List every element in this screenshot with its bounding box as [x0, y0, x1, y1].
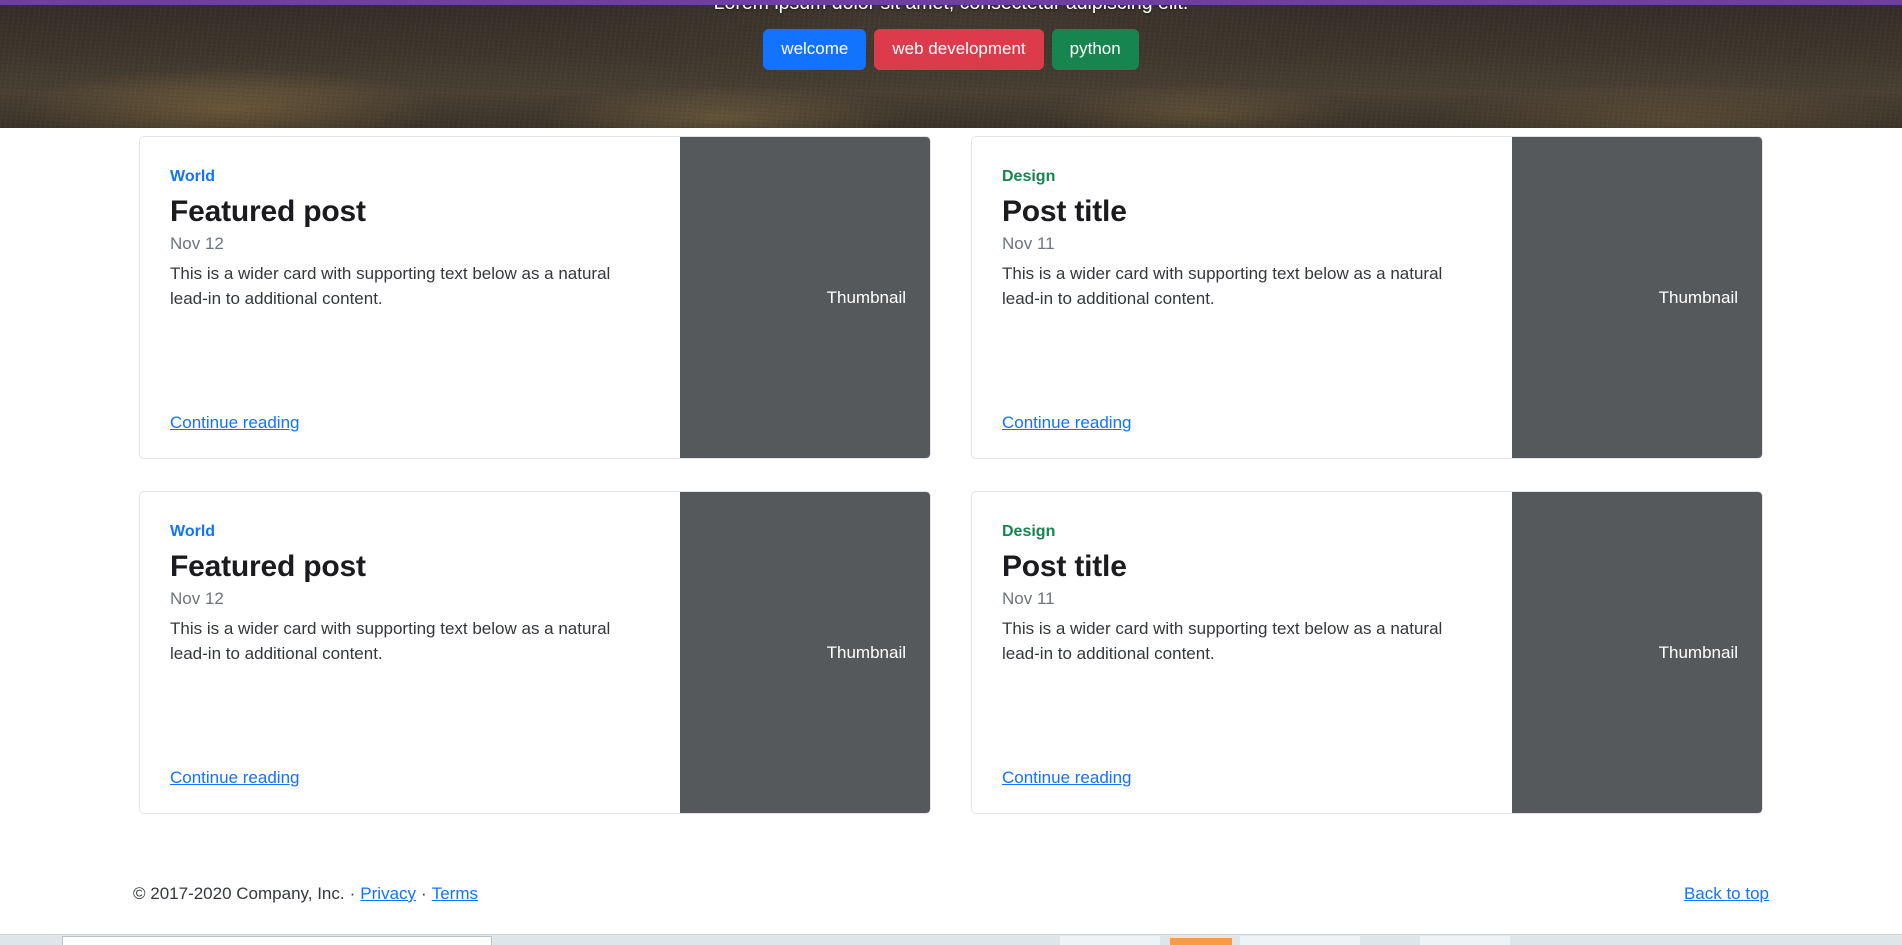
taskbar-tile-2[interactable] — [1240, 936, 1360, 945]
post-date: Nov 12 — [170, 234, 224, 253]
post-thumbnail: Thumbnail — [1512, 492, 1762, 813]
post-excerpt: This is a wider card with supporting tex… — [170, 619, 611, 663]
footer-separator-1: · — [349, 884, 356, 903]
back-to-top-link[interactable]: Back to top — [1684, 883, 1769, 905]
hero-button-group: welcome web development python — [0, 29, 1902, 70]
hero-button-web-development[interactable]: web development — [874, 29, 1044, 70]
taskbar-tile-1[interactable] — [1060, 936, 1160, 945]
table-row[interactable]: Design Post title Nov 11 This is a wider… — [971, 491, 1763, 814]
table-row[interactable]: World Featured post Nov 12 This is a wid… — [139, 491, 931, 814]
post-date: Nov 11 — [1002, 234, 1055, 253]
hero-button-python[interactable]: python — [1051, 29, 1139, 70]
continue-reading-link[interactable]: Continue reading — [1002, 400, 1131, 434]
post-thumbnail: Thumbnail — [1512, 137, 1762, 458]
taskbar-active-indicator[interactable] — [1170, 938, 1232, 945]
taskbar-window-item[interactable] — [62, 936, 492, 945]
post-date: Nov 12 — [170, 589, 224, 608]
footer-inner: © 2017-2020 Company, Inc. · Privacy · Te… — [131, 855, 1771, 933]
continue-reading-link[interactable]: Continue reading — [170, 755, 299, 789]
table-row[interactable]: World Featured post Nov 12 This is a wid… — [139, 136, 931, 459]
post-category: Design — [1002, 523, 1056, 540]
post-card-body: World Featured post Nov 12 This is a wid… — [140, 137, 680, 458]
post-card-body: Design Post title Nov 11 This is a wider… — [972, 137, 1512, 458]
post-date: Nov 11 — [1002, 589, 1055, 608]
carousel-indicators — [0, 93, 1902, 105]
carousel-indicator-3[interactable] — [976, 93, 1014, 105]
post-excerpt: This is a wider card with supporting tex… — [1002, 619, 1443, 663]
hero-button-welcome[interactable]: welcome — [763, 29, 867, 70]
browser-top-accent-bar — [0, 0, 1902, 5]
continue-reading-link[interactable]: Continue reading — [1002, 755, 1131, 789]
post-thumbnail: Thumbnail — [680, 137, 930, 458]
footer-separator-2: · — [421, 884, 427, 903]
taskbar-tile-3[interactable] — [1420, 936, 1510, 945]
page-root: Lorem ipsum dolor sit amet, consectetur … — [0, 0, 1902, 945]
site-footer: © 2017-2020 Company, Inc. · Privacy · Te… — [0, 855, 1902, 933]
terms-link[interactable]: Terms — [432, 883, 478, 905]
post-title: Featured post — [170, 550, 366, 583]
post-category: Design — [1002, 168, 1056, 185]
privacy-link[interactable]: Privacy — [360, 883, 416, 905]
carousel-indicator-1[interactable] — [888, 93, 926, 105]
post-excerpt: This is a wider card with supporting tex… — [1002, 264, 1443, 308]
footer-copyright-row: © 2017-2020 Company, Inc. · Privacy · Te… — [133, 883, 478, 905]
post-title: Post title — [1002, 195, 1127, 228]
os-taskbar[interactable] — [0, 934, 1902, 945]
post-card-body: Design Post title Nov 11 This is a wider… — [972, 492, 1512, 813]
post-card-body: World Featured post Nov 12 This is a wid… — [140, 492, 680, 813]
post-thumbnail: Thumbnail — [680, 492, 930, 813]
post-title: Featured post — [170, 195, 366, 228]
post-excerpt: This is a wider card with supporting tex… — [170, 264, 611, 308]
post-title: Post title — [1002, 550, 1127, 583]
continue-reading-link[interactable]: Continue reading — [170, 400, 299, 434]
copyright-text: © 2017-2020 Company, Inc. — [133, 884, 345, 903]
carousel-indicator-2[interactable] — [932, 93, 970, 105]
post-category: World — [170, 523, 216, 540]
posts-grid: World Featured post Nov 12 This is a wid… — [139, 128, 1763, 814]
posts-section: World Featured post Nov 12 This is a wid… — [0, 128, 1902, 814]
post-category: World — [170, 168, 216, 185]
table-row[interactable]: Design Post title Nov 11 This is a wider… — [971, 136, 1763, 459]
hero-carousel: Lorem ipsum dolor sit amet, consectetur … — [0, 0, 1902, 128]
